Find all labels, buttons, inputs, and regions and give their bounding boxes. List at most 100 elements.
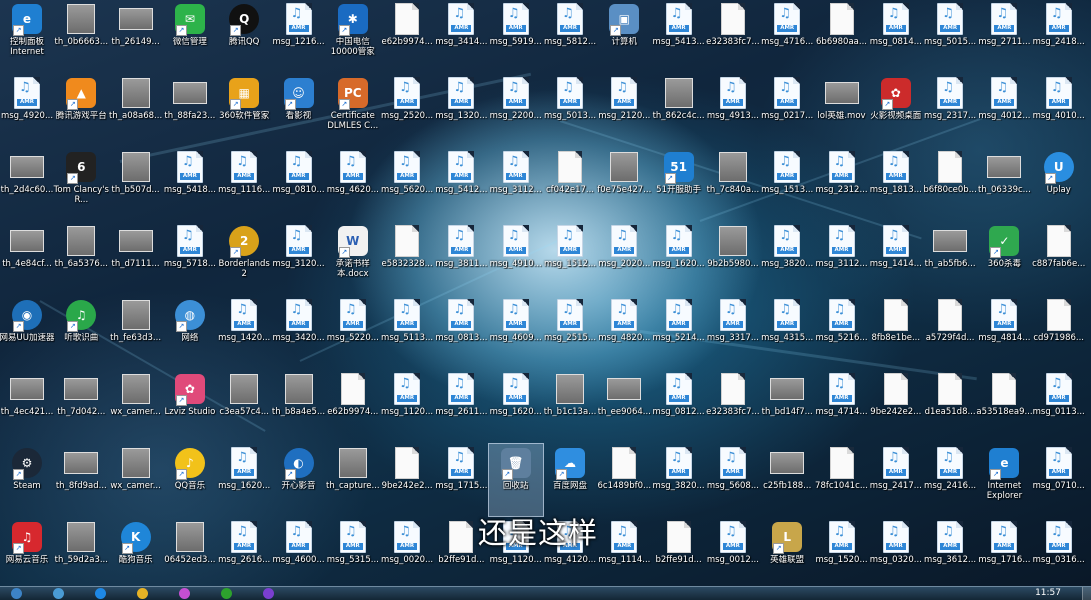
desktop-icon[interactable]: U ↗ Uplay: [1032, 148, 1086, 220]
desktop-icon[interactable]: ♫ AMR msg_4714...: [815, 370, 869, 442]
desktop-icon[interactable]: ♫ AMR msg_5113...: [380, 296, 434, 368]
desktop-icon[interactable]: ♫ AMR msg_4609...: [489, 296, 543, 368]
desktop-icon[interactable]: th_ab5fb6...: [923, 222, 977, 294]
desktop-icon[interactable]: 78fc1041c...: [815, 444, 869, 516]
desktop-icon[interactable]: ♫ AMR msg_4913...: [706, 74, 760, 146]
desktop-icon[interactable]: 🗑 ↗ 回收站: [487, 443, 544, 517]
desktop-icon[interactable]: th_b8a4e5...: [272, 370, 326, 442]
desktop-icon[interactable]: ♫ AMR msg_4716...: [760, 0, 814, 72]
desktop-icon[interactable]: ✉ ↗ 微信管理: [163, 0, 217, 72]
desktop-icon[interactable]: 9be242e2...: [380, 444, 434, 516]
desktop-icon[interactable]: c25fb188...: [760, 444, 814, 516]
desktop-icon[interactable]: ✿ ↗ Lzviz Studio: [163, 370, 217, 442]
desktop-icon[interactable]: e5832328...: [380, 222, 434, 294]
desktop-icon[interactable]: PC ↗ Certificate DLMLES C...: [326, 74, 380, 146]
desktop-icon[interactable]: th_capture...: [326, 444, 380, 516]
desktop-icon[interactable]: ♫ AMR msg_2611...: [434, 370, 488, 442]
desktop-icon[interactable]: ♫ AMR msg_2616...: [217, 518, 271, 590]
desktop-icon[interactable]: 6 ↗ Tom Clancy's R...: [54, 148, 109, 220]
desktop-icon[interactable]: ♫ AMR msg_2520...: [380, 74, 434, 146]
desktop-icon[interactable]: ◐ ↗ 开心影音: [272, 444, 326, 516]
desktop-icon[interactable]: ♫ AMR msg_1715...: [434, 444, 488, 516]
desktop-icon[interactable]: e32383fc7...: [706, 370, 760, 442]
desktop-icon[interactable]: ♫ AMR msg_3317...: [706, 296, 760, 368]
desktop-icon[interactable]: ◉ ↗ 网易UU加速器: [0, 296, 54, 368]
desktop-icon[interactable]: th_4e84cf...: [0, 222, 54, 294]
desktop-icon[interactable]: ♫ ↗ 听歌识曲: [54, 296, 108, 368]
desktop-icon[interactable]: th_2d4c60...: [0, 148, 54, 220]
color-wheel-icon[interactable]: [174, 587, 194, 600]
desktop-icon[interactable]: ♫ AMR msg_1813...: [869, 148, 923, 220]
desktop-icon[interactable]: 6b6980aa...: [815, 0, 869, 72]
desktop-icon[interactable]: th_fe63d3...: [109, 296, 163, 368]
desktop-icon[interactable]: a5729f4d...: [923, 296, 977, 368]
desktop-icon[interactable]: ♫ AMR msg_0217...: [760, 74, 814, 146]
desktop-icon[interactable]: cf042e17...: [543, 148, 597, 220]
desktop-icon[interactable]: ♫ AMR msg_0113...: [1032, 370, 1086, 442]
desktop-icon[interactable]: 9b2b5980...: [706, 222, 760, 294]
desktop-icon[interactable]: ♫ AMR msg_4920...: [0, 74, 54, 146]
desktop-icon[interactable]: th_a08a68...: [109, 74, 163, 146]
desktop-icon[interactable]: ♫ AMR msg_2416...: [923, 444, 977, 516]
desktop-icon[interactable]: ♫ AMR msg_5418...: [163, 148, 217, 220]
desktop-icon[interactable]: th_0b6663...: [54, 0, 108, 72]
desktop-icon[interactable]: ♫ AMR msg_4820...: [597, 296, 651, 368]
desktop-icon[interactable]: ♫ AMR msg_1513...: [760, 148, 814, 220]
desktop-icon[interactable]: c887fab6e...: [1032, 222, 1086, 294]
start-orb[interactable]: [6, 587, 26, 600]
desktop-icon[interactable]: ♫ AMR msg_0812...: [652, 370, 706, 442]
desktop-icon[interactable]: ♫ AMR msg_0810...: [272, 148, 326, 220]
desktop-icon[interactable]: ♫ AMR msg_3820...: [760, 222, 814, 294]
desktop-icon[interactable]: ♫ AMR msg_2515...: [543, 296, 597, 368]
desktop-icon[interactable]: th_b1c13a...: [543, 370, 597, 442]
desktop-icon[interactable]: e62b9974...: [326, 370, 380, 442]
desktop-icon[interactable]: lol英雄.mov: [815, 74, 869, 146]
desktop-icon[interactable]: ✿ ↗ 火影视频桌面: [869, 74, 923, 146]
desktop-icon[interactable]: ♫ AMR msg_2120...: [597, 74, 651, 146]
desktop-icon[interactable]: ♫ AMR msg_3112...: [815, 222, 869, 294]
desktop-icon[interactable]: th_26149...: [109, 0, 163, 72]
desktop-icon[interactable]: ✓ ↗ 360杀毒: [977, 222, 1031, 294]
desktop-icon[interactable]: 8fb8e1be...: [869, 296, 923, 368]
desktop-icon[interactable]: ♪ ↗ QQ音乐: [163, 444, 217, 516]
desktop-icon[interactable]: ▣ ↗ 计算机: [597, 0, 651, 72]
desktop-icon[interactable]: ♫ AMR msg_4010...: [1032, 74, 1086, 146]
desktop-icon[interactable]: th_8fd9ad...: [54, 444, 108, 516]
desktop-icon[interactable]: ♫ AMR msg_0012...: [706, 518, 760, 590]
desktop-icon[interactable]: ♫ AMR msg_2312...: [815, 148, 869, 220]
desktop-icon[interactable]: ♫ AMR msg_3811...: [434, 222, 488, 294]
desktop-icon[interactable]: ♫ AMR msg_3112...: [489, 148, 543, 220]
desktop-icon[interactable]: K ↗ 酷狗音乐: [109, 518, 163, 590]
desktop-icon[interactable]: ♫ AMR msg_1512...: [543, 222, 597, 294]
desktop-icon[interactable]: ⚙ ↗ Steam: [0, 444, 54, 516]
desktop-icon[interactable]: ♫ AMR msg_5413...: [652, 0, 706, 72]
desktop-icon[interactable]: ♫ AMR msg_5013...: [543, 74, 597, 146]
desktop-icon[interactable]: th_b507d...: [109, 148, 163, 220]
desktop-icon[interactable]: 51 ↗ 51开服助手: [652, 148, 706, 220]
desktop-icon[interactable]: ♫ AMR msg_1216...: [272, 0, 326, 72]
desktop-icon[interactable]: ♫ AMR msg_4600...: [272, 518, 326, 590]
desktop-icon[interactable]: W ↗ 承诺书样本.docx: [326, 222, 380, 294]
desktop-icon[interactable]: ♫ AMR msg_1420...: [217, 296, 271, 368]
desktop-icon[interactable]: ☁ ↗ 百度网盘: [543, 444, 597, 516]
desktop-icon[interactable]: ♫ AMR msg_2020...: [597, 222, 651, 294]
desktop-icon[interactable]: ♫ AMR msg_0710...: [1032, 444, 1086, 516]
desktop-icon[interactable]: ◍ ↗ 网络: [163, 296, 217, 368]
desktop-icon[interactable]: ♫ AMR msg_1320...: [434, 74, 488, 146]
desktop-icon[interactable]: th_88fa23...: [163, 74, 217, 146]
desktop-icon[interactable]: ♫ AMR msg_4012...: [977, 74, 1031, 146]
desktop-icon[interactable]: ♫ AMR msg_3414...: [434, 0, 488, 72]
desktop-icon[interactable]: ♫ AMR msg_3820...: [652, 444, 706, 516]
desktop-icon[interactable]: ♫ AMR msg_1116...: [217, 148, 271, 220]
desktop-icon[interactable]: ♫ AMR msg_5812...: [543, 0, 597, 72]
chrome-icon[interactable]: [132, 587, 152, 600]
desktop-icon[interactable]: ♫ ↗ 网易云音乐: [0, 518, 54, 590]
desktop-icon[interactable]: th_862c4c...: [652, 74, 706, 146]
desktop-icon[interactable]: ♫ AMR msg_1520...: [815, 518, 869, 590]
desktop-icon[interactable]: ♫ AMR msg_5620...: [380, 148, 434, 220]
desktop-icon[interactable]: ♫ AMR msg_3120...: [272, 222, 326, 294]
desktop-icon[interactable]: ♫ AMR msg_1620...: [217, 444, 271, 516]
desktop-icon[interactable]: 2 ↗ Borderlands 2: [217, 222, 271, 294]
desktop-icon[interactable]: Q ↗ 腾讯QQ: [217, 0, 271, 72]
desktop-icon[interactable]: ♫ AMR msg_5718...: [163, 222, 217, 294]
